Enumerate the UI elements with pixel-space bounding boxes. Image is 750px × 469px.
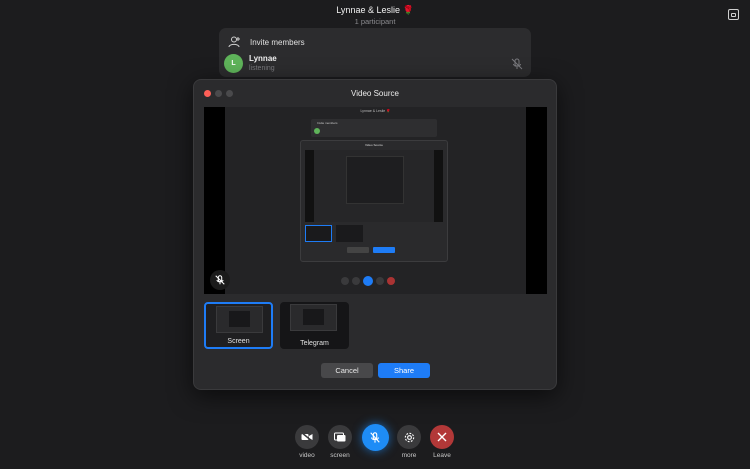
preview-mini-thumb-screen xyxy=(305,225,332,242)
source-screen-label: Screen xyxy=(227,338,250,345)
cancel-button[interactable]: Cancel xyxy=(321,363,373,378)
call-header: Lynnae & Leslie 🌹 1 participant xyxy=(0,5,750,26)
pip-toggle-icon[interactable] xyxy=(728,9,739,20)
screen-share-icon xyxy=(328,425,352,449)
video-label: video xyxy=(299,452,315,459)
call-title-text: Lynnae & Leslie xyxy=(336,5,400,15)
more-label: more xyxy=(401,452,417,459)
source-screen-thumbnail xyxy=(216,306,263,333)
source-telegram-thumb-inner xyxy=(303,309,324,325)
invite-members-label: Invite members xyxy=(250,37,305,47)
member-status: listening xyxy=(249,65,275,72)
muted-badge-icon xyxy=(210,270,230,290)
preview-mini-nested xyxy=(346,156,404,204)
member-name: Lynnae xyxy=(249,54,277,63)
preview-mini-title: Lynnae & Leslie 🌹 xyxy=(360,109,391,113)
preview-mini-share xyxy=(373,247,395,253)
preview-mini-thumb-telegram xyxy=(336,225,363,242)
leave-label: Leave xyxy=(433,452,451,459)
invite-members-button[interactable]: Invite members xyxy=(227,33,305,51)
video-source-dialog: Video Source Lynnae & Leslie 🌹 Invite me… xyxy=(193,79,557,390)
screen-label: screen xyxy=(330,452,350,459)
preview-mini-cancel xyxy=(347,247,369,253)
preview-mini-more xyxy=(376,277,384,285)
pip-inner-shape xyxy=(731,12,736,17)
preview-mini-leave xyxy=(387,277,395,285)
leave-button[interactable]: Leave xyxy=(427,425,457,459)
preview-screen: Lynnae & Leslie 🌹 Invite members Video S… xyxy=(225,107,526,294)
preview-mini-preview xyxy=(305,150,443,222)
close-icon xyxy=(430,425,454,449)
preview-mini-toolbar xyxy=(341,276,395,286)
source-telegram-label: Telegram xyxy=(300,340,329,347)
video-camera-icon xyxy=(295,425,319,449)
preview-mini-dialog: Video Source xyxy=(300,140,448,262)
mic-off-icon xyxy=(215,275,225,285)
muted-mic-icon xyxy=(511,58,523,70)
video-preview: Lynnae & Leslie 🌹 Invite members Video S… xyxy=(204,107,547,294)
participant-count: 1 participant xyxy=(354,17,396,26)
preview-mini-screen xyxy=(314,150,434,222)
video-button[interactable]: video xyxy=(292,425,322,459)
preview-mini-avatar xyxy=(314,128,320,134)
preview-mini-invite: Invite members xyxy=(317,121,338,125)
avatar: L xyxy=(224,54,243,73)
source-screen-thumb-inner xyxy=(229,311,250,327)
more-button[interactable]: more xyxy=(394,425,424,459)
gear-icon xyxy=(397,425,421,449)
preview-mini-screen-btn xyxy=(352,277,360,285)
source-screen[interactable]: Screen xyxy=(204,302,273,349)
call-title: Lynnae & Leslie 🌹 xyxy=(0,5,750,16)
screen-share-button[interactable]: screen xyxy=(325,425,355,459)
share-button[interactable]: Share xyxy=(378,363,430,378)
source-telegram-thumbnail xyxy=(290,304,337,331)
rose-emoji: 🌹 xyxy=(402,5,414,15)
dialog-title: Video Source xyxy=(351,89,399,98)
mute-toggle-button[interactable] xyxy=(360,424,390,451)
source-telegram[interactable]: Telegram xyxy=(280,302,349,349)
members-panel: Invite members L Lynnae listening xyxy=(219,28,531,77)
member-row[interactable]: L Lynnae listening xyxy=(224,54,524,74)
preview-mini-members: Invite members xyxy=(311,119,437,137)
add-person-icon xyxy=(228,36,240,48)
preview-mini-dialog-title: Video Source xyxy=(365,143,383,147)
mic-muted-icon xyxy=(361,424,389,451)
preview-mini-video xyxy=(341,277,349,285)
preview-mini-mic xyxy=(363,276,373,286)
